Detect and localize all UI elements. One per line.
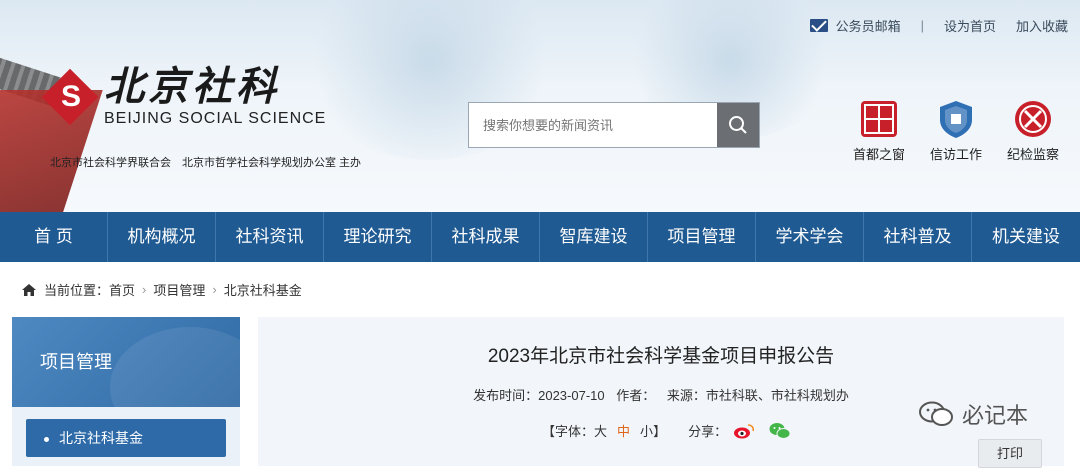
font-large-button[interactable]: 大 xyxy=(594,421,607,440)
sidebar-title: 项目管理 xyxy=(12,317,240,407)
nav-achievements[interactable]: 社科成果 xyxy=(432,212,540,262)
nav-organ-building[interactable]: 机关建设 xyxy=(972,212,1080,262)
breadcrumb-fund[interactable]: 北京社科基金 xyxy=(224,280,302,299)
nav-think-tank[interactable]: 智库建设 xyxy=(540,212,648,262)
discipline-seal-icon xyxy=(1015,101,1051,137)
share-label: 分享： xyxy=(688,424,728,439)
logo-english-name: BEIJING SOCIAL SCIENCE xyxy=(104,110,327,127)
publish-time: 发布时间：2023-07-10 xyxy=(473,388,605,403)
quick-link-petition[interactable]: 信访工作 xyxy=(930,98,982,163)
weibo-icon[interactable] xyxy=(733,423,755,439)
capital-window-icon xyxy=(861,101,897,137)
logo-chinese-name: 北京社科 xyxy=(104,63,280,110)
quick-link-label: 首都之窗 xyxy=(853,147,906,162)
breadcrumb: 当前位置： 首页 › 项目管理 › 北京社科基金 xyxy=(22,280,302,299)
nav-news[interactable]: 社科资讯 xyxy=(216,212,324,262)
search-button[interactable] xyxy=(717,103,759,147)
logo-mark-icon: S xyxy=(41,68,99,126)
quick-link-label: 纪检监察 xyxy=(1007,147,1060,162)
breadcrumb-home[interactable]: 首页 xyxy=(109,280,135,299)
article-tools: 【字体： 大 中 小 】 分享： xyxy=(542,421,791,440)
main-nav: 首 页 机构概况 社科资讯 理论研究 社科成果 智库建设 项目管理 学术学会 社… xyxy=(0,212,1080,262)
search-icon xyxy=(729,116,747,134)
source: 来源：市社科联、市社科规划办 xyxy=(666,388,849,403)
nav-academic[interactable]: 学术学会 xyxy=(756,212,864,262)
watermark-text: 必记本 xyxy=(962,403,1029,428)
mail-link-label: 公务员邮箱 xyxy=(835,19,901,34)
set-homepage-link[interactable]: 设为首页 xyxy=(944,16,996,35)
site-header: 公务员邮箱 | 设为首页 加入收藏 S 北京社科 BEIJING SOCIAL … xyxy=(0,0,1080,212)
watermark: 必记本 xyxy=(918,398,1028,430)
nav-popularization[interactable]: 社科普及 xyxy=(864,212,972,262)
breadcrumb-prefix: 当前位置： xyxy=(44,283,110,298)
sidebar-item-label: 北京社科基金 xyxy=(59,430,143,446)
sidebar: 项目管理 北京社科基金 xyxy=(12,317,240,466)
nav-projects[interactable]: 项目管理 xyxy=(648,212,756,262)
home-icon xyxy=(22,283,36,296)
sponsor-text: 北京市社会科学界联合会 北京市哲学社会科学规划办公室 主办 xyxy=(50,157,362,169)
author: 作者： xyxy=(616,388,656,403)
quick-link-label: 信访工作 xyxy=(930,147,983,162)
nav-theory[interactable]: 理论研究 xyxy=(324,212,432,262)
wechat-icon[interactable] xyxy=(769,422,791,440)
site-logo[interactable]: S 北京社科 BEIJING SOCIAL SCIENCE xyxy=(41,63,327,128)
quick-link-discipline[interactable]: 纪检监察 xyxy=(1007,98,1059,163)
font-small-button[interactable]: 小 xyxy=(640,421,653,440)
divider: | xyxy=(920,18,924,33)
chevron-right-icon: › xyxy=(212,282,217,297)
print-button[interactable]: 打印 xyxy=(978,439,1042,468)
font-size-suffix: 】 xyxy=(653,424,667,439)
search-input[interactable] xyxy=(469,103,717,147)
top-links: 公务员邮箱 | 设为首页 加入收藏 xyxy=(809,16,1068,35)
breadcrumb-projects[interactable]: 项目管理 xyxy=(153,280,205,299)
article-title: 2023年北京市社会科学基金项目申报公告 xyxy=(487,346,835,367)
chevron-right-icon: › xyxy=(142,282,147,297)
article-panel: 2023年北京市社会科学基金项目申报公告 发布时间：2023-07-10 作者：… xyxy=(258,317,1064,468)
sidebar-item-fund[interactable]: 北京社科基金 xyxy=(26,419,226,457)
quick-link-capital-window[interactable]: 首都之窗 xyxy=(853,98,905,163)
wechat-watermark-icon xyxy=(919,401,953,426)
nav-home[interactable]: 首 页 xyxy=(0,212,108,262)
font-size-prefix: 【字体： xyxy=(542,424,595,439)
add-favorite-link[interactable]: 加入收藏 xyxy=(1016,16,1068,35)
font-medium-button[interactable]: 中 xyxy=(617,421,630,440)
mail-icon xyxy=(809,19,828,32)
search-box xyxy=(468,102,760,148)
mail-link[interactable]: 公务员邮箱 xyxy=(809,16,901,35)
nav-organization[interactable]: 机构概况 xyxy=(108,212,216,262)
petition-shield-icon xyxy=(940,101,972,138)
bullet-icon xyxy=(44,436,49,442)
